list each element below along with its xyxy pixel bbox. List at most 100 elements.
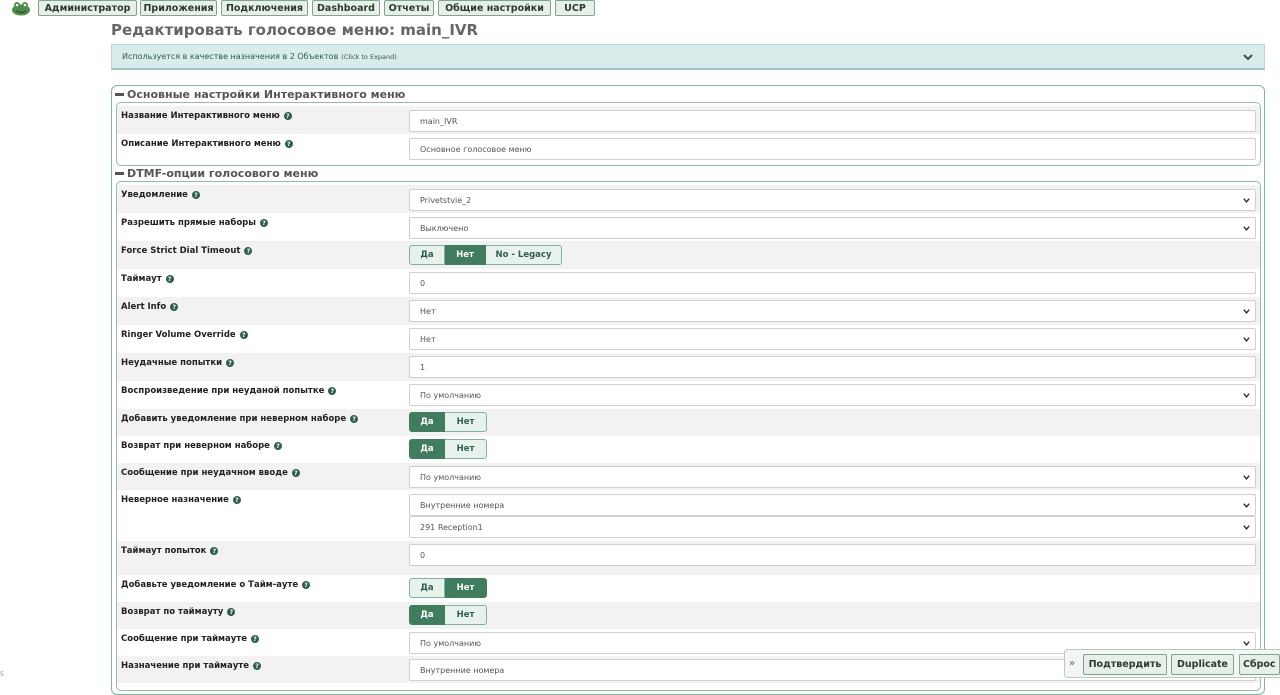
section-dtmf-title[interactable]: DTMF-опции голосового меню (115, 167, 318, 180)
help-icon[interactable]: ? (291, 469, 300, 477)
option-no[interactable]: Нет (445, 439, 487, 459)
help-icon[interactable]: ? (191, 191, 200, 199)
chevron-down-icon (1243, 198, 1250, 203)
field-label: Таймаут? (121, 274, 174, 284)
help-icon[interactable]: ? (284, 140, 293, 148)
field-label: Воспроизведение при неуданой попытке? (121, 386, 337, 396)
help-icon[interactable]: ? (239, 331, 248, 339)
field-label: Сообщение при неудачном вводе? (121, 468, 300, 478)
chevron-down-icon (1243, 309, 1250, 314)
timeout-input[interactable]: 0 (409, 272, 1256, 294)
option-yes[interactable]: Да (409, 245, 445, 265)
row-append-timeout-announce: Добавьте уведомление о Тайм-ауте? (117, 575, 1260, 602)
help-icon[interactable]: ? (273, 442, 282, 450)
help-icon[interactable]: ? (244, 247, 253, 255)
help-icon[interactable]: ? (259, 219, 268, 227)
field-label: Неверное назначение? (121, 495, 241, 505)
select-value: Нет (420, 306, 436, 316)
return-on-invalid-toggle: Да Нет (409, 439, 487, 459)
nav-admin[interactable]: Администратор (38, 0, 137, 16)
select-value: 291 Reception1 (420, 522, 483, 532)
submit-button[interactable]: Подтвердить (1083, 654, 1167, 675)
field-label: Alert Info? (121, 302, 179, 312)
help-icon[interactable]: ? (283, 112, 292, 120)
select-value: По умолчанию (420, 638, 482, 648)
select-value: Внутренние номера (420, 500, 505, 510)
usage-text: Используется в качестве назначения в 2 О… (122, 52, 339, 61)
chevron-down-icon (1243, 226, 1250, 231)
help-icon[interactable]: ? (302, 581, 311, 589)
help-icon[interactable]: ? (165, 275, 174, 283)
field-label: Таймаут попыток? (121, 546, 219, 556)
help-icon[interactable]: ? (227, 608, 236, 616)
field-label: Название Интерактивного меню? (121, 111, 292, 121)
append-invalid-announce-toggle: Да Нет (409, 412, 487, 432)
option-no[interactable]: Нет (445, 605, 487, 625)
invalid-destination-type-select[interactable]: Внутренние номера (409, 494, 1256, 516)
row-return-on-invalid: Возврат при неверном наборе? (117, 436, 1260, 463)
help-icon[interactable]: ? (226, 359, 235, 367)
nav-reports[interactable]: Отчеты (384, 0, 434, 16)
field-label: Возврат при неверном наборе? (121, 441, 282, 451)
usage-expander[interactable]: Используется в качестве назначения в 2 О… (111, 44, 1265, 70)
ivr-desc-input[interactable]: Основное голосовое меню (409, 138, 1256, 160)
field-label: Добавить уведомление при неверном наборе… (121, 414, 359, 424)
reset-button[interactable]: Сброс (1239, 654, 1280, 675)
option-no[interactable]: Нет (445, 578, 487, 598)
section-general-title[interactable]: Основные настройки Интерактивного меню (115, 88, 405, 101)
invalid-retries-input[interactable]: 1 (409, 356, 1256, 378)
select-value: Выключено (420, 223, 469, 233)
usage-hint: (Click to Expand) (341, 52, 397, 61)
invalid-retry-recording-select[interactable]: По умолчанию (409, 384, 1256, 406)
strict-timeout-toggle: Да Нет No - Legacy (409, 245, 562, 265)
nav-applications[interactable]: Приложения (140, 0, 217, 16)
option-yes[interactable]: Да (409, 439, 445, 459)
nav-connectivity[interactable]: Подключения (221, 0, 308, 16)
help-icon[interactable]: ? (250, 635, 259, 643)
chevron-down-icon (1243, 525, 1250, 530)
field-label: Ringer Volume Override? (121, 330, 248, 340)
direct-dial-select[interactable]: Выключено (409, 217, 1256, 239)
option-yes[interactable]: Да (409, 412, 445, 432)
help-icon[interactable]: ? (328, 387, 337, 395)
nav-ucp[interactable]: UCP (555, 0, 595, 16)
top-navigation: Администратор Приложения Подключения Das… (0, 0, 1280, 17)
invalid-recording-select[interactable]: По умолчанию (409, 466, 1256, 488)
help-icon[interactable]: ? (232, 496, 241, 504)
help-icon[interactable]: ? (210, 547, 219, 555)
option-no[interactable]: Нет (445, 412, 487, 432)
chevron-down-icon[interactable] (1242, 51, 1254, 63)
ivr-name-input[interactable]: main_IVR (409, 110, 1256, 132)
chevron-down-icon (1243, 337, 1250, 342)
help-icon[interactable]: ? (252, 662, 261, 670)
chevron-down-icon (1243, 503, 1250, 508)
frog-logo-icon[interactable] (9, 0, 33, 16)
nav-settings[interactable]: Общие настройки (438, 0, 551, 16)
field-label: Уведомление? (121, 190, 200, 200)
duplicate-button[interactable]: Duplicate (1171, 654, 1234, 675)
field-label: Force Strict Dial Timeout? (121, 246, 253, 256)
section-dtmf-label: DTMF-опции голосового меню (127, 167, 319, 180)
option-yes[interactable]: Да (409, 578, 445, 598)
row-append-invalid-announce: Добавить уведомление при неверном наборе… (117, 409, 1260, 436)
help-icon[interactable]: ? (170, 303, 179, 311)
section-general-label: Основные настройки Интерактивного меню (127, 88, 406, 101)
field-label: Описание Интерактивного меню? (121, 139, 293, 149)
chevron-down-icon (1243, 475, 1250, 480)
select-value: Нет (420, 334, 436, 344)
option-no-legacy[interactable]: No - Legacy (486, 245, 562, 265)
field-label: Добавьте уведомление о Тайм-ауте? (121, 580, 311, 590)
field-label: Разрешить прямые наборы? (121, 218, 268, 228)
collapse-icon (115, 93, 124, 96)
nav-dashboard[interactable]: Dashboard (312, 0, 380, 16)
option-yes[interactable]: Да (409, 605, 445, 625)
ringer-volume-select[interactable]: Нет (409, 328, 1256, 350)
timeout-retries-input[interactable]: 0 (409, 544, 1256, 566)
collapse-arrow-icon[interactable]: » (1069, 658, 1075, 669)
select-value: По умолчанию (420, 472, 482, 482)
help-icon[interactable]: ? (350, 415, 359, 423)
alert-info-select[interactable]: Нет (409, 300, 1256, 322)
announcement-select[interactable]: Privetstvie_2 (409, 189, 1256, 211)
option-no[interactable]: Нет (445, 245, 486, 265)
invalid-destination-target-select[interactable]: 291 Reception1 (409, 516, 1256, 538)
